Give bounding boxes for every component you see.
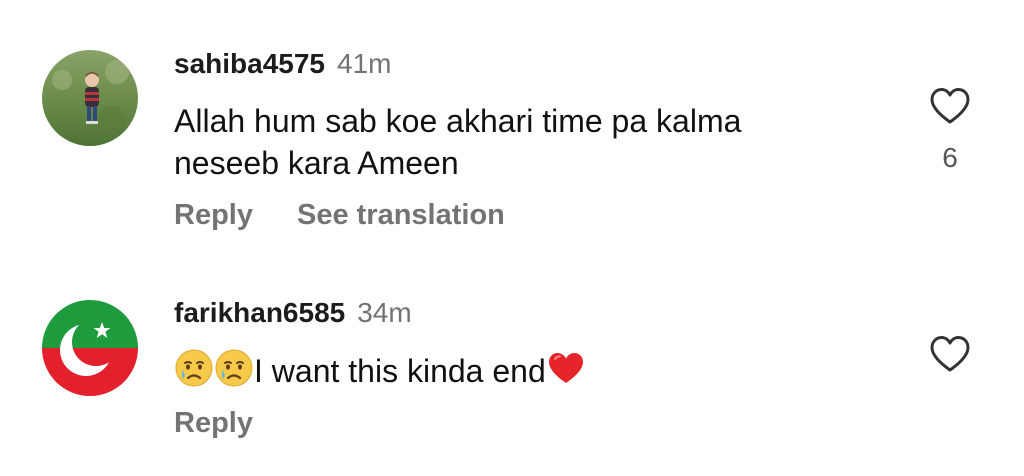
comment-text: I want this kinda end — [174, 348, 894, 398]
see-translation-button[interactable]: See translation — [297, 199, 505, 231]
reply-button[interactable]: Reply — [174, 407, 253, 439]
comment-text-line: neseeb kara Ameen — [174, 145, 459, 181]
comment-text-line: Allah hum sab koe akhari time pa kalma — [174, 103, 742, 139]
comment-header: farikhan6585 34m — [174, 297, 412, 329]
avatar[interactable] — [42, 50, 138, 146]
like-button[interactable] — [926, 82, 974, 130]
comment-text: Allah hum sab koe akhari time pa kalma n… — [174, 100, 894, 184]
comment-actions: Reply — [174, 406, 253, 440]
avatar[interactable] — [42, 300, 138, 396]
comment-actions: Reply See translation — [174, 198, 505, 232]
comment-header: sahiba4575 41m — [174, 48, 391, 80]
crying-face-emoji — [214, 348, 254, 398]
timestamp: 34m — [357, 297, 412, 328]
comment-item: farikhan6585 34m I want this kinda end R… — [0, 260, 1024, 476]
comment-item: sahiba4575 41m Allah hum sab koe akhari t… — [0, 0, 1024, 260]
like-count: 6 — [942, 142, 958, 173]
reply-button[interactable]: Reply — [174, 199, 253, 231]
crying-face-emoji — [174, 348, 214, 398]
like-button[interactable] — [926, 330, 974, 378]
comment-text-line: I want this kinda end — [254, 353, 546, 389]
heart-outline-icon — [930, 88, 970, 124]
timestamp: 41m — [337, 48, 392, 79]
username[interactable]: farikhan6585 — [174, 297, 345, 328]
heart-outline-icon — [930, 336, 970, 372]
red-heart-emoji — [546, 348, 586, 398]
username[interactable]: sahiba4575 — [174, 48, 325, 79]
